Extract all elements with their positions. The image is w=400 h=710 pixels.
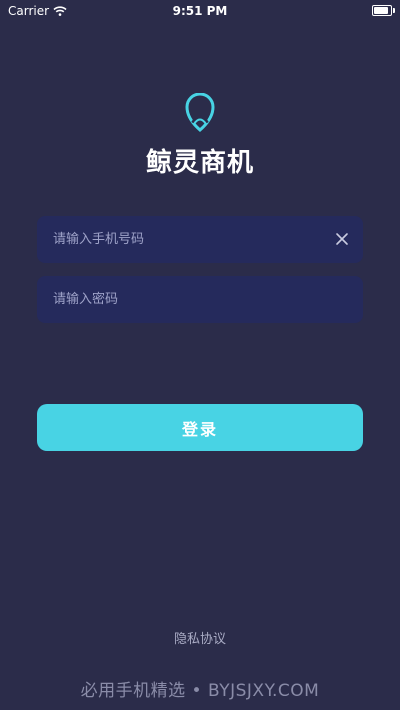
battery-icon — [372, 5, 395, 16]
close-icon[interactable] — [333, 230, 351, 248]
password-field[interactable] — [37, 276, 363, 323]
status-bar: Carrier 9:51 PM — [0, 0, 400, 22]
whale-drop-logo-icon — [185, 93, 215, 132]
status-right — [372, 5, 395, 16]
battery-tip — [393, 8, 395, 13]
login-button[interactable]: 登录 — [37, 404, 363, 451]
app-name: 鲸灵商机 — [145, 148, 254, 178]
privacy-policy-link[interactable]: 隐私协议 — [0, 628, 400, 647]
status-time: 9:51 PM — [172, 4, 228, 18]
password-input[interactable] — [53, 276, 323, 323]
watermark: 必用手机精选 • BYJSJXY.COM — [80, 681, 320, 701]
battery-level — [374, 7, 388, 14]
phone-input[interactable] — [53, 216, 323, 263]
phone-field[interactable] — [37, 216, 363, 263]
